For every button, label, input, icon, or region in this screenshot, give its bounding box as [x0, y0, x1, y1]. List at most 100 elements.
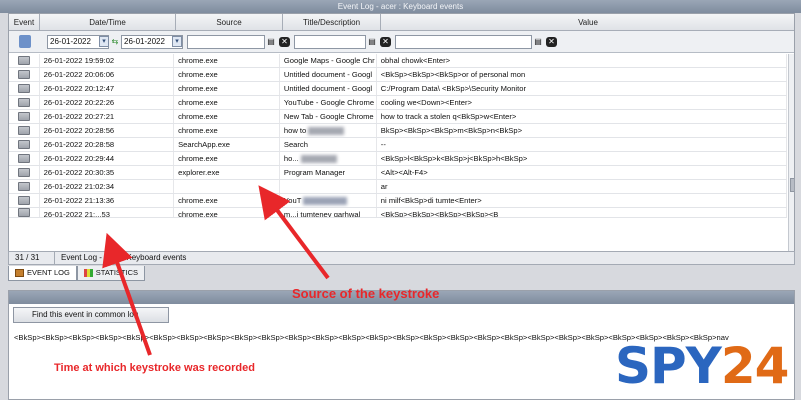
grid-rows: 26-01-2022 19:59:02 chrome.exe Google Maps…: [9, 54, 787, 218]
calendar-icon[interactable]: ▾: [172, 36, 182, 47]
grid-header: Event Date/Time Source Title/Description…: [9, 14, 794, 31]
table-row[interactable]: 26-01-2022 20:22:26 chrome.exe YouTube - G…: [9, 96, 787, 110]
table-row[interactable]: 26-01-2022 20:27:21 chrome.exe New Tab - G…: [9, 110, 787, 124]
folder-icon: [17, 56, 30, 65]
folder-icon: [17, 208, 30, 217]
tab-label: EVENT LOG: [27, 268, 70, 277]
datetime-cell: 26-01-2022 19:59:02: [40, 54, 175, 67]
clear-filter-icon[interactable]: ✕: [279, 37, 290, 47]
value-cell: cooling we<Down><Enter>: [377, 96, 787, 109]
title-cell: Untitled document - Googl: [280, 68, 377, 81]
title-cell: Untitled document - Googl: [280, 82, 377, 95]
clear-filter-icon[interactable]: ✕: [546, 37, 557, 47]
value-cell: <BkSp><BkSp><BkSp>or of personal mon: [377, 68, 787, 81]
title-text: Untitled document - Googl: [283, 70, 373, 79]
event-cell: [9, 110, 40, 123]
table-row[interactable]: 26-01-2022 19:59:02 chrome.exe Google Maps…: [9, 54, 787, 68]
table-row[interactable]: 26-01-2022 21:13:36 chrome.exe YouT ni milf…: [9, 194, 787, 208]
folder-icon: [17, 84, 30, 93]
value-cell: <BkSp>l<BkSp>k<BkSp>j<BkSp>h<BkSp>: [377, 152, 787, 165]
value-filter-input[interactable]: [395, 35, 532, 49]
table-row[interactable]: 26-01-2022 20:28:56 chrome.exe how to BkSp>…: [9, 124, 787, 138]
title-text: Google Maps - Google Chr: [283, 56, 375, 65]
event-cell: [9, 138, 40, 151]
folder-icon: [17, 182, 30, 191]
folder-icon: [17, 98, 30, 107]
table-row[interactable]: 26-01-2022 20:29:44 chrome.exe ho... <BkSp>…: [9, 152, 787, 166]
folder-icon: [17, 196, 30, 205]
column-header-datetime[interactable]: Date/Time: [40, 14, 176, 30]
status-text: Event Log - acer : Keyboard events: [61, 253, 187, 262]
value-cell: <BkSp><BkSp><BkSp><BkSp><B: [377, 208, 787, 217]
source-cell: chrome.exe: [174, 208, 280, 217]
column-header-source[interactable]: Source: [176, 14, 283, 30]
tab-bar: EVENT LOG STATISTICS: [8, 266, 146, 282]
folder-icon: [17, 140, 30, 149]
tab-event-log[interactable]: EVENT LOG: [8, 266, 77, 281]
folder-icon: [17, 126, 30, 135]
table-row[interactable]: 26-01-2022 21:...53 chrome.exe m...i tumte…: [9, 208, 787, 218]
filter-icon[interactable]: [19, 35, 31, 48]
title-cell: [280, 180, 377, 193]
title-filter-input[interactable]: [294, 35, 366, 49]
value-cell: C:/Program Data\ <BkSp>\Security Monitor: [377, 82, 787, 95]
tab-label: STATISTICS: [95, 268, 139, 277]
datetime-cell: 26-01-2022 20:22:26: [40, 96, 175, 109]
logo-num: 24: [720, 337, 790, 395]
spy24-logo: SPY24: [615, 337, 793, 395]
redacted-text: [303, 197, 348, 205]
title-cell: ho...: [280, 152, 377, 165]
source-cell: chrome.exe: [174, 124, 280, 137]
vertical-scrollbar[interactable]: [788, 54, 794, 262]
calendar-icon[interactable]: ▾: [99, 36, 109, 47]
datetime-cell: 26-01-2022 20:12:47: [40, 82, 175, 95]
redacted-text: [308, 127, 345, 135]
event-cell: [9, 68, 40, 81]
title-cell: New Tab - Google Chrome: [280, 110, 377, 123]
clear-filter-icon[interactable]: ✕: [380, 37, 391, 47]
value-cell: ar: [377, 180, 787, 193]
event-cell: [9, 54, 40, 67]
datetime-cell: 26-01-2022 20:06:06: [40, 68, 175, 81]
column-header-value[interactable]: Value: [381, 14, 794, 30]
table-row[interactable]: 26-01-2022 20:06:06 chrome.exe Untitled do…: [9, 68, 787, 82]
title-cell: YouTube - Google Chrome: [280, 96, 377, 109]
filter-options-icon[interactable]: ▤: [367, 37, 377, 47]
event-cell: [9, 180, 40, 193]
datetime-cell: 26-01-2022 21:02:34: [40, 180, 175, 193]
source-cell: explorer.exe: [174, 166, 280, 179]
table-row[interactable]: 26-01-2022 20:12:47 chrome.exe Untitled do…: [9, 82, 787, 96]
source-cell: chrome.exe: [174, 96, 280, 109]
datetime-cell: 26-01-2022 20:29:44: [40, 152, 175, 165]
column-header-title[interactable]: Title/Description: [283, 14, 381, 30]
title-text: m...i tumteney garhwal: [283, 210, 361, 217]
tab-statistics[interactable]: STATISTICS: [76, 266, 146, 281]
table-row[interactable]: 26-01-2022 20:28:58 SearchApp.exe Search --: [9, 138, 787, 152]
find-in-common-log-button[interactable]: Find this event in common log: [13, 307, 169, 323]
title-text: Program Manager: [283, 168, 346, 177]
filter-options-icon[interactable]: ▤: [266, 37, 276, 47]
title-cell: m...i tumteney garhwal: [280, 208, 377, 217]
folder-icon: [17, 112, 30, 121]
source-cell: chrome.exe: [174, 194, 280, 207]
datetime-cell: 26-01-2022 21:13:36: [40, 194, 175, 207]
table-row[interactable]: 26-01-2022 20:30:35 explorer.exe Program M…: [9, 166, 787, 180]
value-cell: obhal chowk<Enter>: [377, 54, 787, 67]
event-cell: [9, 152, 40, 165]
record-count: 31 / 31: [9, 252, 55, 264]
filter-options-icon[interactable]: ▤: [533, 37, 543, 47]
event-cell: [9, 166, 40, 179]
table-row[interactable]: 26-01-2022 21:02:34 ar: [9, 180, 787, 194]
scrollbar-thumb[interactable]: [790, 178, 794, 192]
source-filter-input[interactable]: [187, 35, 265, 49]
event-cell: [9, 82, 40, 95]
event-cell: [9, 194, 40, 207]
folder-icon: [15, 269, 24, 277]
source-cell: chrome.exe: [174, 68, 280, 81]
column-header-event[interactable]: Event: [9, 14, 40, 30]
date-range-icon: ⇆: [111, 37, 119, 46]
datetime-cell: 26-01-2022 20:28:56: [40, 124, 175, 137]
title-cell: Google Maps - Google Chr: [280, 54, 377, 67]
title-text: Untitled document - Googl: [283, 84, 373, 93]
title-cell: how to: [280, 124, 377, 137]
